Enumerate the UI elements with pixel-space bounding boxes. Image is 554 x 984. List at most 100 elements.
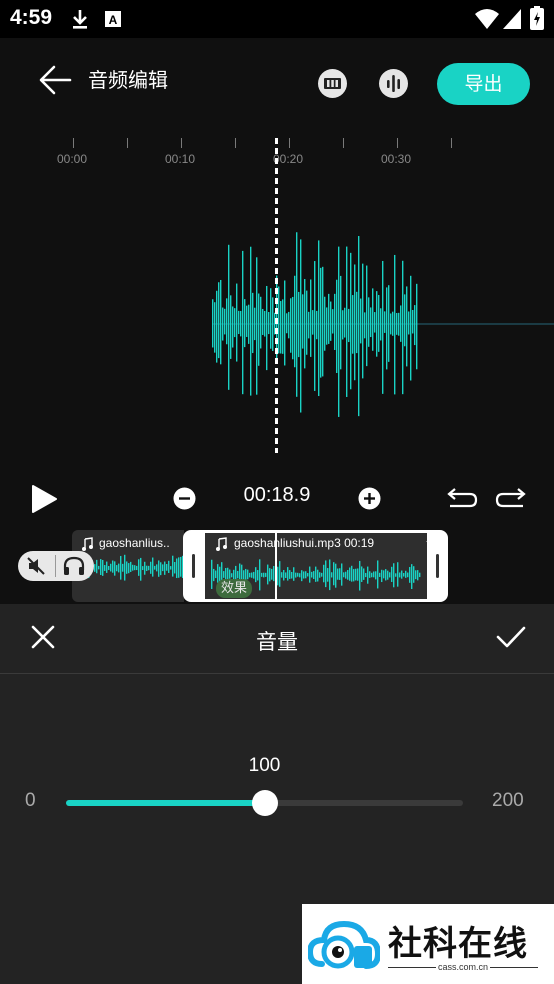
waveform-bar — [246, 305, 248, 337]
waveform-bar — [347, 570, 349, 580]
film-strip-button[interactable] — [318, 69, 347, 98]
waveform-bar — [350, 252, 352, 390]
waveform-bar — [378, 294, 380, 352]
waveform-bar — [375, 571, 377, 580]
effect-badge[interactable]: 效果 — [216, 579, 252, 598]
waveform-bar — [293, 567, 295, 581]
waveform-bar — [271, 568, 273, 580]
check-icon[interactable] — [494, 622, 528, 652]
waveform-bar — [305, 571, 307, 579]
waveform-bar — [96, 559, 98, 574]
playhead[interactable] — [275, 138, 278, 453]
waveform-bar — [259, 559, 261, 591]
waveform-bar — [324, 296, 326, 351]
waveform-bar — [269, 568, 271, 582]
waveform-bar — [320, 267, 322, 378]
waveform-bar — [329, 559, 331, 591]
waveform-bar — [285, 572, 287, 578]
selected-clip[interactable]: gaoshanliushui.mp3 00:19 效果 +.. — [183, 530, 448, 602]
waveform-bar — [348, 308, 350, 343]
waveform-bar — [302, 294, 304, 349]
waveform-bar — [250, 246, 252, 396]
waveform-bar — [310, 279, 312, 357]
slider-value-label: 100 — [248, 755, 281, 776]
waveform-bar — [154, 565, 156, 570]
waveform-bar — [334, 293, 336, 350]
waveform-bar — [255, 567, 257, 583]
waveform-bar — [265, 572, 267, 577]
waveform-bar — [212, 299, 214, 348]
status-bar: 4:59 A — [0, 0, 554, 38]
waveform-bar — [148, 565, 150, 571]
trim-handle-left[interactable] — [192, 554, 195, 578]
waveform-bar — [170, 566, 172, 570]
waveform-bar — [266, 285, 268, 371]
equalizer-button[interactable] — [379, 69, 408, 98]
waveform-bar — [366, 265, 368, 367]
waveform-bar — [98, 565, 100, 570]
zoom-in-icon[interactable] — [358, 487, 381, 510]
waveform-bar — [104, 565, 106, 571]
waveform-bar — [251, 572, 253, 578]
waveform-bar — [307, 573, 309, 577]
waveform-bar — [314, 261, 316, 391]
waveform-bar — [407, 572, 409, 578]
waveform-bar — [216, 290, 218, 363]
waveform-bar — [232, 306, 234, 348]
zoom-out-icon[interactable] — [173, 487, 196, 510]
waveform-bar — [230, 295, 232, 359]
waveform-bar — [394, 254, 396, 395]
mute-icon[interactable] — [26, 556, 48, 576]
waveform-bar — [114, 561, 116, 576]
slider-knob[interactable] — [251, 790, 278, 816]
waveform-bar — [213, 568, 215, 582]
waveform-bar — [337, 568, 339, 580]
undo-icon[interactable] — [446, 487, 478, 509]
headphones-icon[interactable] — [62, 556, 86, 576]
waveform-bar — [379, 572, 381, 577]
volume-slider[interactable] — [66, 790, 463, 816]
waveform-bar — [316, 310, 318, 340]
waveform-bar — [288, 311, 290, 339]
waveform-bar — [380, 308, 382, 341]
waveform-bar — [152, 557, 154, 577]
trim-handle-right[interactable] — [436, 554, 439, 578]
waveform-bar — [311, 571, 313, 578]
battery-icon — [530, 6, 544, 30]
waveform-bar — [176, 558, 178, 579]
waveform-bar — [106, 561, 108, 573]
waveform-bar — [361, 566, 363, 582]
waveform-bar — [283, 569, 285, 581]
waveform-bar — [122, 563, 124, 572]
watermark-logo: 社科在线 cass.com.cn — [302, 904, 554, 984]
waveform-bar — [214, 302, 216, 353]
waveform-bar — [328, 293, 330, 344]
export-button[interactable]: 导出 — [437, 63, 530, 105]
waveform-bar — [417, 570, 419, 581]
waveform-bar — [344, 307, 346, 338]
waveform-bar — [277, 566, 279, 586]
waveform-bar — [292, 296, 294, 360]
waveform-bar — [264, 310, 266, 337]
ruler-tick — [127, 138, 128, 148]
ruler-tick — [343, 138, 344, 148]
play-icon[interactable] — [29, 484, 59, 514]
waveform-bar — [388, 285, 390, 362]
waveform-bar — [162, 564, 164, 572]
waveform-bar — [360, 298, 362, 344]
wifi-icon — [475, 9, 499, 29]
redo-icon[interactable] — [495, 487, 527, 509]
arrow-left-icon[interactable] — [36, 62, 76, 98]
ruler-label: 00:00 — [57, 152, 88, 166]
waveform-bar — [401, 570, 403, 579]
waveform-bar — [231, 573, 233, 578]
cloud-eye-logo-icon — [308, 920, 380, 969]
waveform-bar — [252, 292, 254, 354]
waveform-bar — [368, 297, 370, 347]
waveform-bar — [249, 572, 251, 578]
waveform-bar — [224, 308, 226, 335]
waveform-bar — [306, 290, 308, 355]
waveform-bar — [411, 564, 413, 589]
waveform-bar — [282, 299, 284, 354]
waveform-bar — [222, 307, 224, 341]
